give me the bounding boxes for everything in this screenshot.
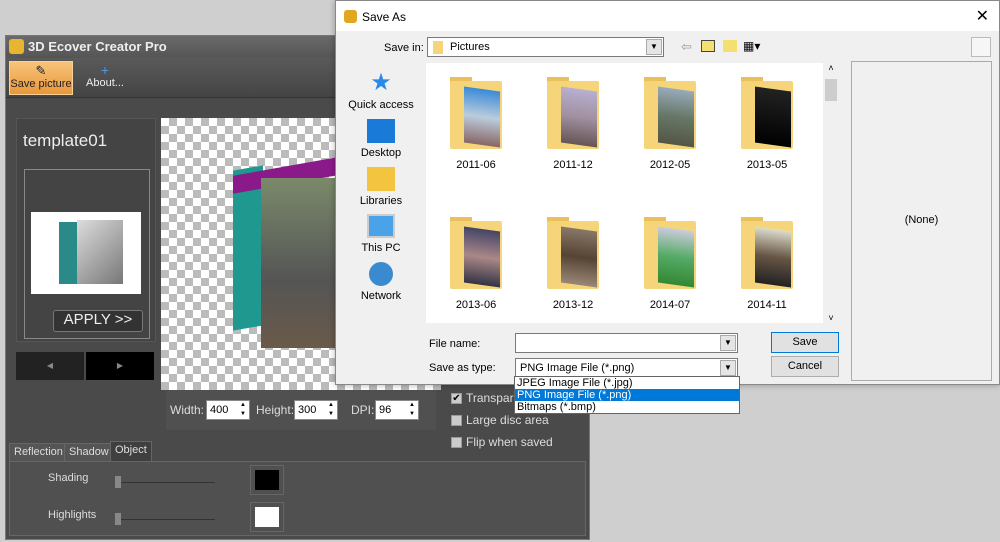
folder-icon	[450, 217, 502, 289]
folder-icon	[450, 77, 502, 149]
place-libraries[interactable]: Libraries	[341, 167, 421, 207]
apply-button[interactable]: APPLY >>	[53, 310, 143, 332]
view-menu-icon[interactable]: ▦▾	[743, 39, 760, 53]
shading-slider[interactable]	[115, 482, 215, 483]
template-name: template01	[23, 131, 108, 150]
folder-name: 2011-06	[456, 159, 496, 171]
save-picture-button[interactable]: ✎ Save picture	[9, 61, 73, 95]
save-button[interactable]: Save	[771, 332, 839, 353]
folder-name: 2013-12	[552, 299, 594, 311]
template-panel: template01 APPLY >>	[16, 118, 156, 342]
shading-color-swatch[interactable]	[250, 465, 284, 495]
scrollbar-thumb	[825, 79, 837, 101]
back-icon[interactable]: ⇦	[681, 39, 692, 55]
close-button[interactable]: ✕	[976, 6, 989, 26]
app-logo-icon	[9, 39, 24, 54]
tab-object[interactable]: Object	[110, 441, 152, 461]
folder-icon	[433, 41, 443, 54]
highlights-color-swatch[interactable]	[250, 502, 284, 532]
save-as-dialog: Save As ✕ Save in: Pictures ▼ ⇦ ▦▾ ★ Quick…	[335, 0, 1000, 385]
object-panel: Shading Highlights	[9, 461, 586, 536]
file-list: 2011-06 2011-12 2012-05 2013-05 2013-06 2013-…	[426, 63, 839, 323]
up-folder-icon[interactable]	[701, 40, 715, 52]
preview-toggle-icon[interactable]	[971, 37, 991, 57]
highlights-slider-handle[interactable]	[115, 513, 121, 525]
folder-item[interactable]: 2014-11	[727, 217, 807, 311]
tab-shadow[interactable]: Shadow	[64, 443, 114, 461]
folder-icon	[741, 217, 793, 289]
pencil-icon: ✎	[35, 63, 47, 78]
folder-icon	[741, 77, 793, 149]
app-logo-icon	[344, 10, 357, 23]
folder-icon	[547, 217, 599, 289]
folder-name: 2011-12	[553, 159, 593, 171]
folder-item[interactable]: 2014-07	[630, 217, 710, 311]
folder-name: 2012-05	[649, 159, 691, 171]
folder-name: 2013-05	[746, 159, 788, 171]
plus-icon: +	[100, 62, 110, 78]
save-in-dropdown[interactable]: Pictures ▼	[427, 37, 664, 57]
type-option-png[interactable]: PNG Image File (*.png)	[515, 389, 739, 401]
folder-item[interactable]: 2012-05	[630, 77, 710, 171]
folder-item[interactable]: 2013-05	[727, 77, 807, 171]
prev-template-button[interactable]: ◀	[16, 352, 84, 380]
flip-checkbox[interactable]: Flip when saved	[451, 435, 553, 449]
height-stepper[interactable]: 300	[294, 400, 338, 420]
place-this-pc[interactable]: This PC	[341, 214, 421, 254]
folder-icon	[547, 77, 599, 149]
place-network[interactable]: Network	[341, 262, 421, 302]
cancel-button[interactable]: Cancel	[771, 356, 839, 377]
tab-reflection[interactable]: Reflection	[9, 443, 68, 461]
dpi-stepper[interactable]: 96	[375, 400, 419, 420]
place-quick-access[interactable]: ★ Quick access	[341, 71, 421, 112]
folder-icon	[644, 77, 696, 149]
place-desktop[interactable]: Desktop	[341, 119, 421, 159]
template-thumbnail[interactable]: APPLY >>	[24, 169, 150, 339]
large-disc-checkbox[interactable]: Large disc area	[451, 413, 549, 427]
new-folder-icon[interactable]	[723, 40, 737, 52]
width-stepper[interactable]: 400	[206, 400, 250, 420]
folder-name: 2013-06	[455, 299, 497, 311]
highlights-slider[interactable]	[115, 519, 215, 520]
dialog-title: Save As	[336, 1, 999, 31]
folder-item[interactable]: 2013-12	[533, 217, 613, 311]
file-name-input[interactable]: ▼	[515, 333, 738, 353]
folder-name: 2014-11	[747, 299, 787, 311]
folder-name: 2014-07	[649, 299, 691, 311]
file-list-scrollbar[interactable]: ˄ ˅	[823, 63, 839, 323]
dimensions-panel: Width: 400 Height: 300 DPI: 96	[166, 390, 436, 430]
type-option-bmp[interactable]: Bitmaps (*.bmp)	[515, 401, 739, 413]
next-template-button[interactable]: ▶	[86, 352, 154, 380]
type-option-jpeg[interactable]: JPEG Image File (*.jpg)	[515, 377, 739, 389]
preview-pane: (None)	[851, 61, 992, 381]
save-as-type-dropdown[interactable]: PNG Image File (*.png) ▼	[515, 358, 738, 378]
folder-icon	[644, 217, 696, 289]
shading-slider-handle[interactable]	[115, 476, 121, 488]
folder-item[interactable]: 2011-06	[436, 77, 516, 171]
folder-item[interactable]: 2011-12	[533, 77, 613, 171]
folder-item[interactable]: 2013-06	[436, 217, 516, 311]
about-button[interactable]: + About...	[82, 61, 128, 95]
type-dropdown-list: JPEG Image File (*.jpg) PNG Image File (…	[514, 376, 740, 414]
